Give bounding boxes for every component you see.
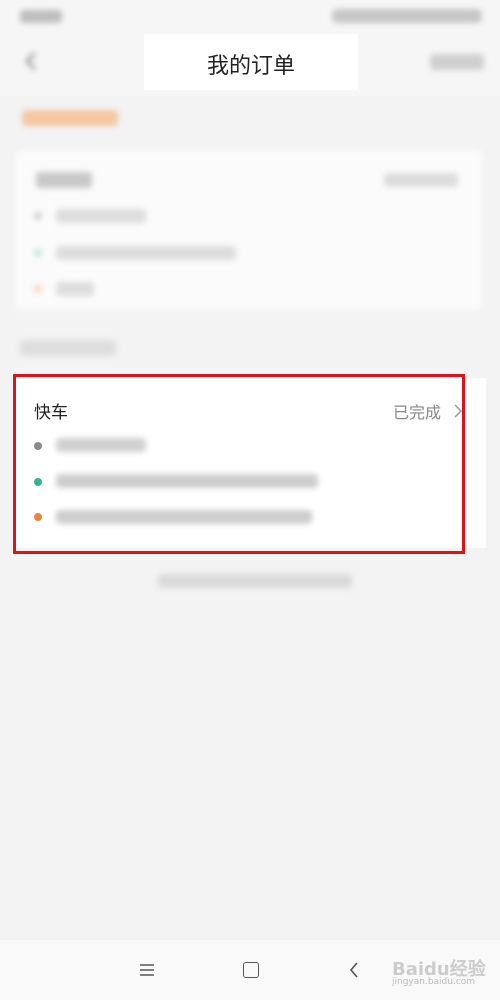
header-action[interactable] [430,54,484,70]
page-title: 我的订单 [206,54,295,79]
highlight-box [13,374,465,554]
time-dot [34,212,42,220]
end-dot [34,285,42,293]
order-card-1-type [36,172,92,188]
section-label-history [20,340,116,356]
status-time [20,10,62,23]
menu-icon[interactable] [138,962,156,978]
watermark-url: jingyan.baidu.com [392,977,476,987]
back-nav-icon[interactable] [348,961,360,979]
order-card-1-start [56,246,236,260]
back-icon[interactable] [20,50,44,72]
order-card-1-time [56,209,146,223]
list-footer-hint [158,574,352,588]
section-label-ongoing [22,110,118,126]
home-icon[interactable] [243,962,259,978]
status-icons [332,9,482,23]
start-dot [34,249,42,257]
order-card-1-status [384,173,458,187]
order-card-1-end [56,282,94,296]
